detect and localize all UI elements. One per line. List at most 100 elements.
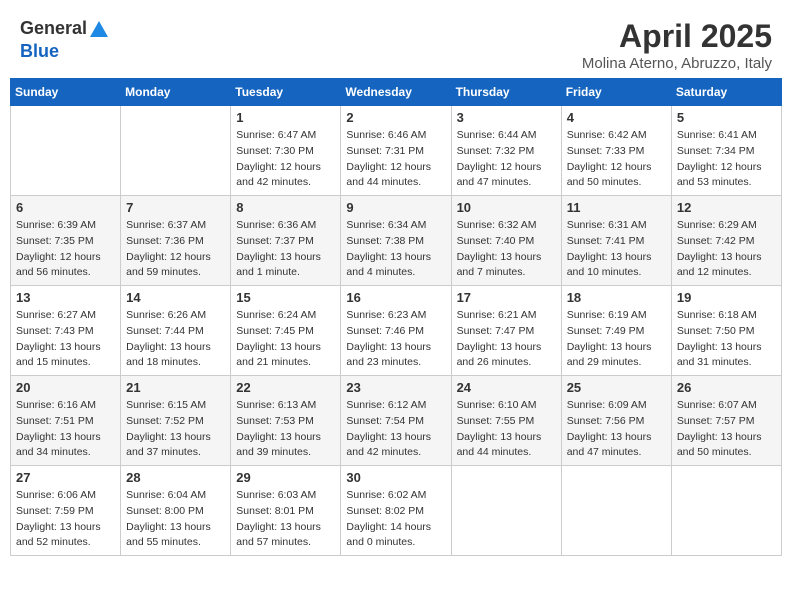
day-number: 27 [16, 470, 115, 485]
calendar-cell: 23 Sunrise: 6:12 AMSunset: 7:54 PMDayligh… [341, 376, 451, 466]
calendar-cell: 10 Sunrise: 6:32 AMSunset: 7:40 PMDayligh… [451, 196, 561, 286]
calendar-cell: 16 Sunrise: 6:23 AMSunset: 7:46 PMDayligh… [341, 286, 451, 376]
day-number: 9 [346, 200, 445, 215]
calendar-cell: 20Sunrise: 6:16 AMSunset: 7:51 PMDayligh… [11, 376, 121, 466]
day-number: 19 [677, 290, 776, 305]
day-number: 16 [346, 290, 445, 305]
calendar-cell: 17 Sunrise: 6:21 AMSunset: 7:47 PMDayligh… [451, 286, 561, 376]
day-number: 8 [236, 200, 335, 215]
calendar-cell: 8 Sunrise: 6:36 AMSunset: 7:37 PMDaylight… [231, 196, 341, 286]
day-info: Sunrise: 6:32 AMSunset: 7:40 PMDaylight:… [457, 218, 556, 281]
calendar-cell: 28 Sunrise: 6:04 AMSunset: 8:00 PMDayligh… [121, 466, 231, 556]
calendar-cell: 4 Sunrise: 6:42 AMSunset: 7:33 PMDaylight… [561, 106, 671, 196]
day-number: 30 [346, 470, 445, 485]
header: General Blue April 2025 Molina Aterno, A… [10, 10, 782, 78]
calendar-cell: 5 Sunrise: 6:41 AMSunset: 7:34 PMDaylight… [671, 106, 781, 196]
day-info: Sunrise: 6:15 AMSunset: 7:52 PMDaylight:… [126, 398, 225, 461]
weekday-header-sunday: Sunday [11, 79, 121, 106]
calendar-cell: 9 Sunrise: 6:34 AMSunset: 7:38 PMDaylight… [341, 196, 451, 286]
calendar-cell [121, 106, 231, 196]
day-info: Sunrise: 6:36 AMSunset: 7:37 PMDaylight:… [236, 218, 335, 281]
day-number: 2 [346, 110, 445, 125]
calendar-header: SundayMondayTuesdayWednesdayThursdayFrid… [11, 79, 782, 106]
calendar-cell: 1 Sunrise: 6:47 AMSunset: 7:30 PMDaylight… [231, 106, 341, 196]
day-number: 13 [16, 290, 115, 305]
calendar-cell: 14 Sunrise: 6:26 AMSunset: 7:44 PMDayligh… [121, 286, 231, 376]
day-number: 5 [677, 110, 776, 125]
day-number: 17 [457, 290, 556, 305]
day-info: Sunrise: 6:16 AMSunset: 7:51 PMDaylight:… [16, 398, 115, 461]
day-number: 23 [346, 380, 445, 395]
day-info: Sunrise: 6:21 AMSunset: 7:47 PMDaylight:… [457, 308, 556, 371]
weekday-header-tuesday: Tuesday [231, 79, 341, 106]
calendar-cell: 6Sunrise: 6:39 AMSunset: 7:35 PMDaylight… [11, 196, 121, 286]
day-number: 26 [677, 380, 776, 395]
day-info: Sunrise: 6:44 AMSunset: 7:32 PMDaylight:… [457, 128, 556, 191]
location-title: Molina Aterno, Abruzzo, Italy [582, 55, 772, 72]
calendar-cell: 27 Sunrise: 6:06 AMSunset: 7:59 PMDayligh… [11, 466, 121, 556]
calendar-cell: 12Sunrise: 6:29 AMSunset: 7:42 PMDayligh… [671, 196, 781, 286]
calendar-cell: 30 Sunrise: 6:02 AMSunset: 8:02 PMDayligh… [341, 466, 451, 556]
calendar-cell: 22 Sunrise: 6:13 AMSunset: 7:53 PMDayligh… [231, 376, 341, 466]
calendar-cell [11, 106, 121, 196]
day-number: 18 [567, 290, 666, 305]
calendar-cell: 25 Sunrise: 6:09 AMSunset: 7:56 PMDayligh… [561, 376, 671, 466]
calendar-cell: 11 Sunrise: 6:31 AMSunset: 7:41 PMDayligh… [561, 196, 671, 286]
day-info: Sunrise: 6:47 AMSunset: 7:30 PMDaylight:… [236, 128, 335, 191]
day-info: Sunrise: 6:18 AMSunset: 7:50 PMDaylight:… [677, 308, 776, 371]
logo-icon [88, 19, 110, 41]
day-info: Sunrise: 6:29 AMSunset: 7:42 PMDaylight:… [677, 218, 776, 281]
calendar-cell: 15 Sunrise: 6:24 AMSunset: 7:45 PMDayligh… [231, 286, 341, 376]
day-number: 11 [567, 200, 666, 215]
day-number: 1 [236, 110, 335, 125]
day-info: Sunrise: 6:04 AMSunset: 8:00 PMDaylight:… [126, 488, 225, 551]
day-info: Sunrise: 6:24 AMSunset: 7:45 PMDaylight:… [236, 308, 335, 371]
calendar-cell: 29Sunrise: 6:03 AMSunset: 8:01 PMDayligh… [231, 466, 341, 556]
title-area: April 2025 Molina Aterno, Abruzzo, Italy [582, 18, 772, 72]
day-info: Sunrise: 6:46 AMSunset: 7:31 PMDaylight:… [346, 128, 445, 191]
day-info: Sunrise: 6:02 AMSunset: 8:02 PMDaylight:… [346, 488, 445, 551]
day-number: 24 [457, 380, 556, 395]
month-title: April 2025 [582, 18, 772, 55]
calendar-cell: 26Sunrise: 6:07 AMSunset: 7:57 PMDayligh… [671, 376, 781, 466]
day-info: Sunrise: 6:39 AMSunset: 7:35 PMDaylight:… [16, 218, 115, 281]
day-number: 21 [126, 380, 225, 395]
day-info: Sunrise: 6:37 AMSunset: 7:36 PMDaylight:… [126, 218, 225, 281]
logo-general-text: General Blue [20, 18, 111, 62]
day-number: 28 [126, 470, 225, 485]
day-info: Sunrise: 6:09 AMSunset: 7:56 PMDaylight:… [567, 398, 666, 461]
day-info: Sunrise: 6:06 AMSunset: 7:59 PMDaylight:… [16, 488, 115, 551]
day-number: 7 [126, 200, 225, 215]
day-info: Sunrise: 6:23 AMSunset: 7:46 PMDaylight:… [346, 308, 445, 371]
calendar-table: SundayMondayTuesdayWednesdayThursdayFrid… [10, 78, 782, 556]
day-number: 25 [567, 380, 666, 395]
weekday-header-monday: Monday [121, 79, 231, 106]
day-info: Sunrise: 6:26 AMSunset: 7:44 PMDaylight:… [126, 308, 225, 371]
weekday-header-saturday: Saturday [671, 79, 781, 106]
calendar-cell [451, 466, 561, 556]
calendar-cell: 21 Sunrise: 6:15 AMSunset: 7:52 PMDayligh… [121, 376, 231, 466]
logo: General Blue [20, 18, 111, 62]
day-info: Sunrise: 6:13 AMSunset: 7:53 PMDaylight:… [236, 398, 335, 461]
day-info: Sunrise: 6:42 AMSunset: 7:33 PMDaylight:… [567, 128, 666, 191]
weekday-header-wednesday: Wednesday [341, 79, 451, 106]
day-info: Sunrise: 6:27 AMSunset: 7:43 PMDaylight:… [16, 308, 115, 371]
calendar-cell: 18 Sunrise: 6:19 AMSunset: 7:49 PMDayligh… [561, 286, 671, 376]
calendar-cell: 19 Sunrise: 6:18 AMSunset: 7:50 PMDayligh… [671, 286, 781, 376]
day-number: 14 [126, 290, 225, 305]
day-info: Sunrise: 6:19 AMSunset: 7:49 PMDaylight:… [567, 308, 666, 371]
day-info: Sunrise: 6:10 AMSunset: 7:55 PMDaylight:… [457, 398, 556, 461]
day-number: 3 [457, 110, 556, 125]
day-info: Sunrise: 6:12 AMSunset: 7:54 PMDaylight:… [346, 398, 445, 461]
day-info: Sunrise: 6:34 AMSunset: 7:38 PMDaylight:… [346, 218, 445, 281]
day-number: 15 [236, 290, 335, 305]
weekday-header-friday: Friday [561, 79, 671, 106]
day-number: 4 [567, 110, 666, 125]
day-info: Sunrise: 6:31 AMSunset: 7:41 PMDaylight:… [567, 218, 666, 281]
calendar-cell: 13 Sunrise: 6:27 AMSunset: 7:43 PMDayligh… [11, 286, 121, 376]
day-info: Sunrise: 6:41 AMSunset: 7:34 PMDaylight:… [677, 128, 776, 191]
day-number: 10 [457, 200, 556, 215]
day-number: 29 [236, 470, 335, 485]
logo-blue-text: Blue [20, 41, 59, 61]
day-number: 22 [236, 380, 335, 395]
